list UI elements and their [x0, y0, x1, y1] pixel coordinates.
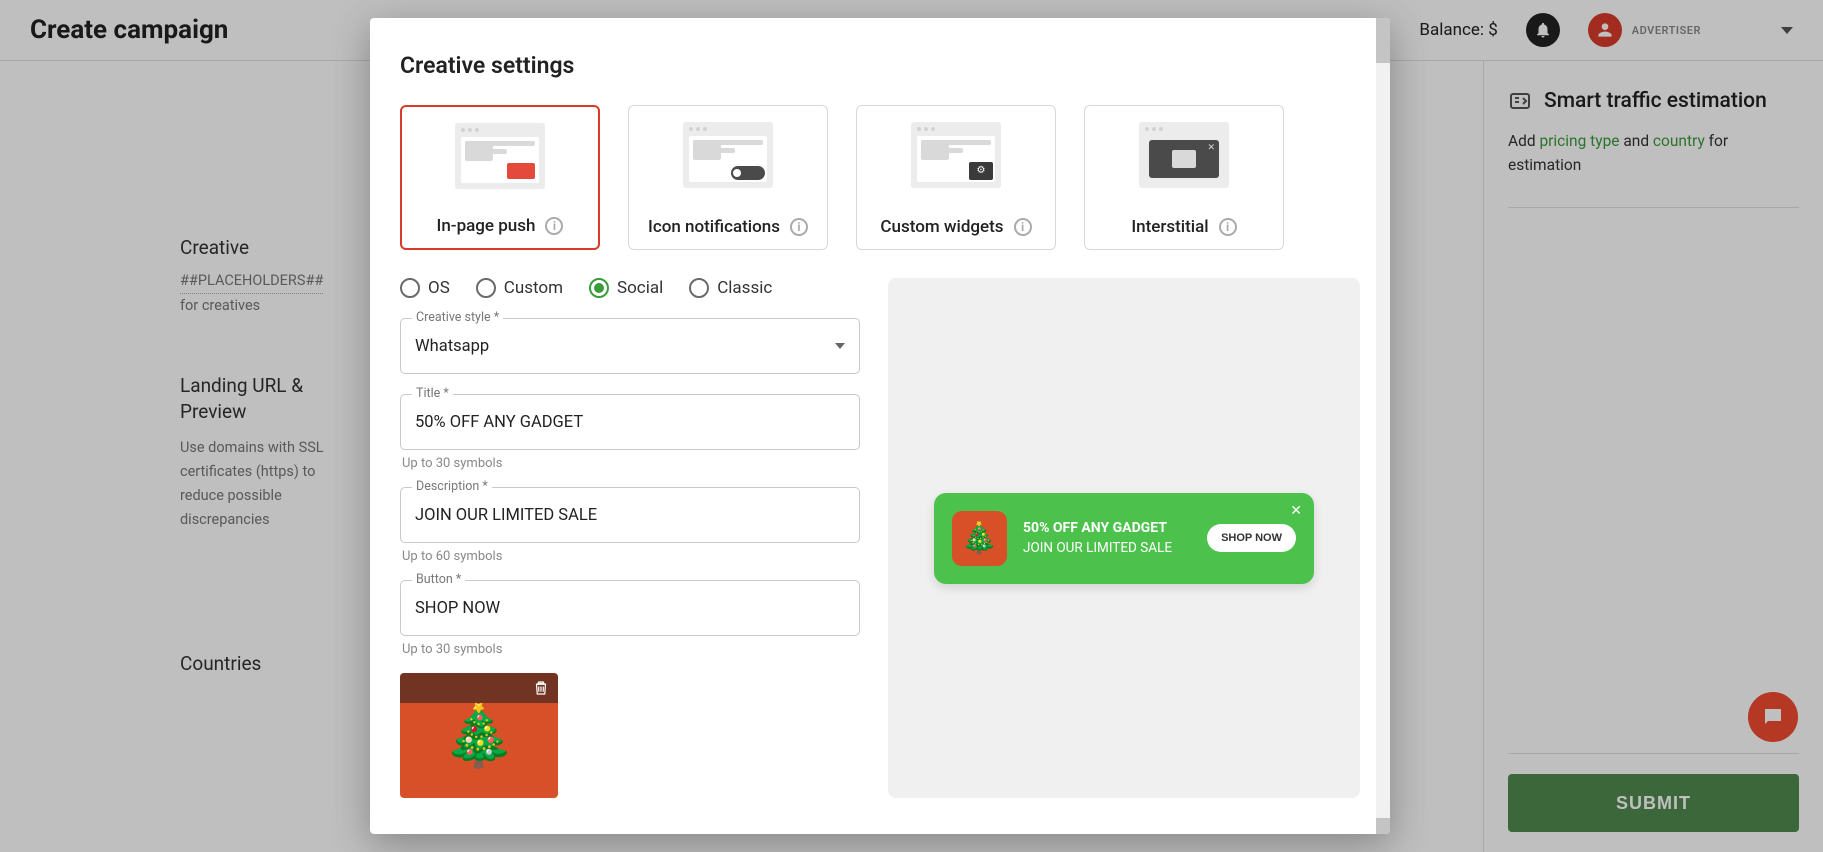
radio-icon: [689, 278, 709, 298]
button-label: Button *: [412, 572, 465, 587]
format-card-label: Custom widgets: [880, 217, 1003, 237]
style-label: Creative style *: [412, 310, 503, 325]
radio-icon: [400, 278, 420, 298]
radio-icon: [589, 278, 609, 298]
preview-area: ✕ 🎄 50% OFF ANY GADGET JOIN OUR LIMITED …: [888, 278, 1360, 798]
creative-style-select[interactable]: Whatsapp: [400, 318, 860, 374]
modal-title: Creative settings: [370, 18, 1390, 105]
info-icon[interactable]: i: [545, 217, 563, 235]
creative-image-thumb[interactable]: 🎄: [400, 673, 558, 798]
info-icon[interactable]: i: [790, 218, 808, 236]
info-icon[interactable]: i: [1014, 218, 1032, 236]
description-label: Description *: [412, 479, 492, 494]
button-input[interactable]: [400, 580, 860, 636]
description-input[interactable]: [400, 487, 860, 543]
close-icon[interactable]: ✕: [1290, 503, 1302, 519]
modal-scrollbar-down[interactable]: [1376, 818, 1390, 834]
format-card-label: Icon notifications: [648, 217, 780, 237]
description-helper: Up to 60 symbols: [402, 549, 860, 564]
chevron-down-icon: [835, 343, 845, 349]
format-card-icon-notifications[interactable]: Icon notifications i: [628, 105, 828, 250]
modal-overlay[interactable]: Creative settings In-page push: [0, 0, 1823, 852]
trash-icon[interactable]: [532, 679, 550, 697]
preview-notification: ✕ 🎄 50% OFF ANY GADGET JOIN OUR LIMITED …: [934, 493, 1314, 584]
creative-settings-modal: Creative settings In-page push: [370, 18, 1390, 834]
title-helper: Up to 30 symbols: [402, 456, 860, 471]
title-input[interactable]: [400, 394, 860, 450]
preview-notification-icon: 🎄: [952, 511, 1007, 566]
format-card-label: Interstitial: [1131, 217, 1208, 237]
tree-image: 🎄: [442, 706, 517, 766]
format-card-label: In-page push: [437, 216, 536, 236]
preview-desc: JOIN OUR LIMITED SALE: [1023, 540, 1191, 556]
format-card-interstitial[interactable]: ✕ Interstitial i: [1084, 105, 1284, 250]
radio-social[interactable]: Social: [589, 278, 663, 298]
radio-classic[interactable]: Classic: [689, 278, 772, 298]
modal-scrollbar-thumb[interactable]: [1376, 18, 1390, 63]
info-icon[interactable]: i: [1219, 218, 1237, 236]
format-card-inpage-push[interactable]: In-page push i: [400, 105, 600, 250]
preview-title: 50% OFF ANY GADGET: [1023, 520, 1191, 536]
radio-custom[interactable]: Custom: [476, 278, 563, 298]
preview-button[interactable]: SHOP NOW: [1207, 524, 1296, 552]
radio-os[interactable]: OS: [400, 278, 450, 298]
modal-scrollbar-track[interactable]: [1376, 18, 1390, 834]
radio-icon: [476, 278, 496, 298]
title-label: Title *: [412, 386, 453, 401]
button-helper: Up to 30 symbols: [402, 642, 860, 657]
format-card-custom-widgets[interactable]: Custom widgets i: [856, 105, 1056, 250]
